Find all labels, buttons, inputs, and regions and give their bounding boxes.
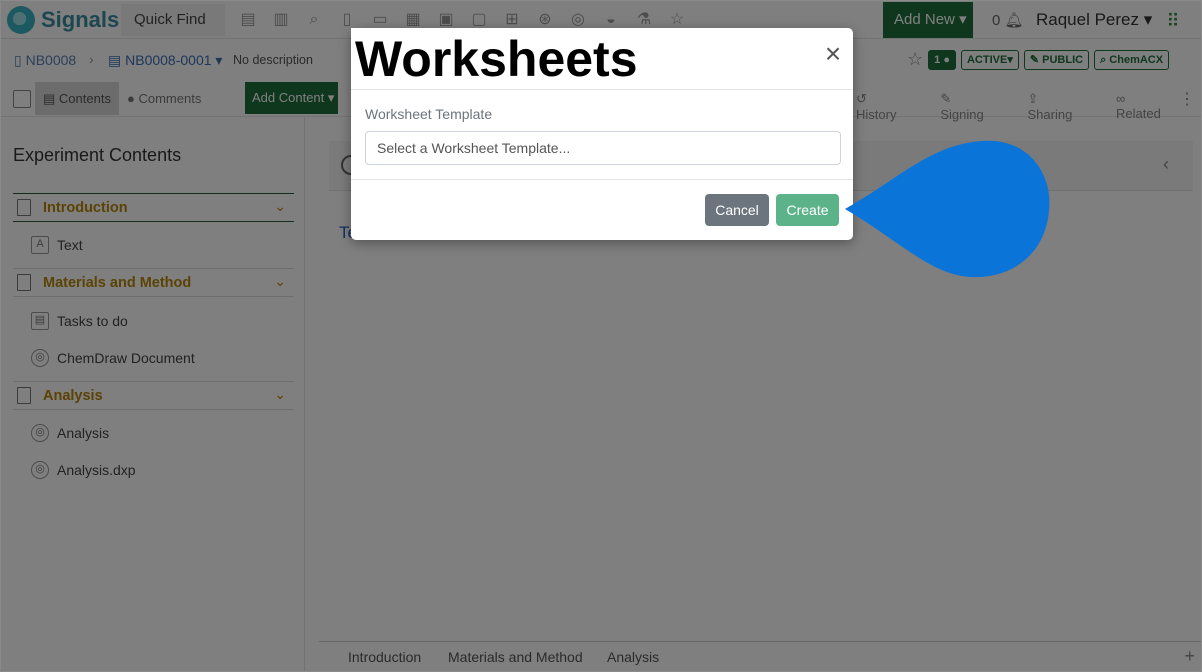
callout-pointer: [845, 140, 1050, 278]
callout-shape: [845, 140, 1050, 278]
worksheet-template-select[interactable]: [365, 131, 841, 165]
divider: [351, 179, 853, 180]
cancel-button[interactable]: Cancel: [705, 194, 769, 226]
worksheet-dialog: Worksheets × Worksheet Template Cancel C…: [351, 28, 853, 240]
close-icon[interactable]: ×: [823, 40, 843, 68]
divider: [351, 89, 853, 90]
dialog-title: Worksheets: [351, 28, 663, 90]
worksheet-template-label: Worksheet Template: [365, 106, 493, 122]
create-button[interactable]: Create: [776, 194, 839, 226]
app-window: Signals Quick Find ▤ ▥ ⌕ ▯ ▭ ▦ ▣ ▢ ⊞ ⊛ ◎…: [0, 0, 1202, 672]
